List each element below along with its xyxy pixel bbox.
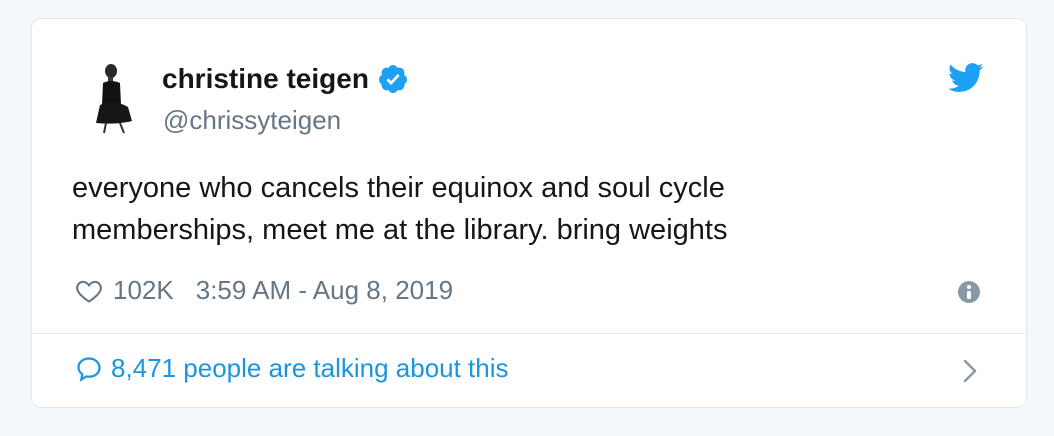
divider xyxy=(32,333,1026,334)
chevron-right-icon[interactable] xyxy=(962,358,978,384)
verified-badge-icon xyxy=(378,65,407,93)
heart-icon[interactable] xyxy=(75,277,103,305)
avatar[interactable] xyxy=(76,59,152,135)
avatar-image xyxy=(76,59,152,135)
tweet-card: christine teigen @chrissyteigen everyone… xyxy=(31,18,1027,408)
speech-bubble-icon xyxy=(77,356,101,382)
info-icon[interactable] xyxy=(958,281,980,303)
tweet-text: everyone who cancels their equinox and s… xyxy=(72,167,892,251)
conversation-text[interactable]: 8,471 people are talking about this xyxy=(111,353,509,384)
author-name[interactable]: christine teigen xyxy=(162,63,369,95)
author-handle[interactable]: @chrissyteigen xyxy=(163,105,341,136)
timestamp[interactable]: 3:59 AM - Aug 8, 2019 xyxy=(196,275,453,306)
author-row: christine teigen xyxy=(162,63,409,95)
tweet-text-line-2: memberships, meet me at the library. bri… xyxy=(72,214,728,246)
like-count[interactable]: 102K xyxy=(113,275,174,306)
conversation-link[interactable]: 8,471 people are talking about this xyxy=(75,353,509,384)
twitter-bird-icon[interactable] xyxy=(948,63,984,93)
tweet-meta: 102K 3:59 AM - Aug 8, 2019 xyxy=(75,275,453,306)
tweet-text-line-1: everyone who cancels their equinox and s… xyxy=(72,172,725,204)
